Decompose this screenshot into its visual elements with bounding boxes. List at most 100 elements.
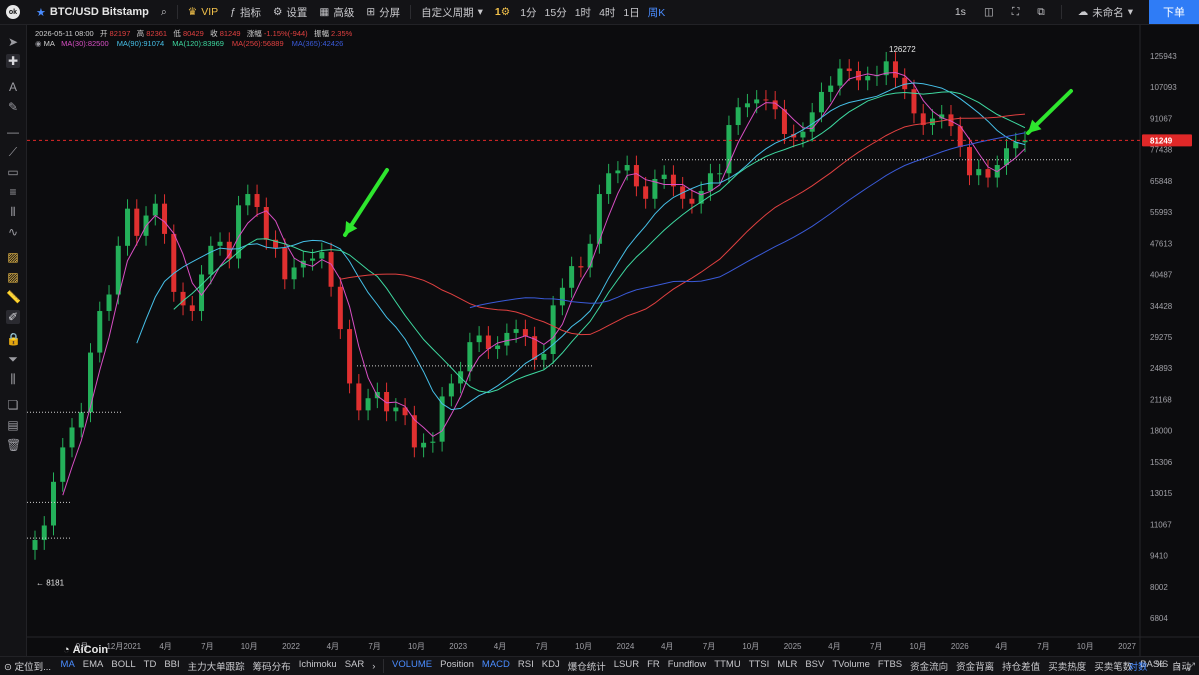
scale-options: 对数% 自动: [1125, 659, 1195, 673]
candles-icon[interactable]: ⫼: [6, 372, 20, 386]
period-tab[interactable]: 4时: [595, 5, 619, 20]
period-tab[interactable]: 1分: [516, 5, 540, 20]
filter-icon[interactable]: ⏷: [6, 352, 20, 366]
indicator-tab[interactable]: Ichimoku: [295, 659, 341, 673]
indicator-tab[interactable]: SAR: [341, 659, 369, 673]
candle-body: [32, 540, 38, 550]
candle-body: [707, 173, 713, 191]
channel-icon[interactable]: ⫴: [6, 205, 20, 219]
vip-label: VIP: [201, 6, 219, 18]
brush-icon[interactable]: ✎: [6, 100, 20, 114]
indicator-tab[interactable]: 资金流向: [906, 659, 952, 673]
indicator-tab[interactable]: 买卖热度: [1044, 659, 1090, 673]
ruler-icon[interactable]: 📏: [6, 290, 21, 304]
indicator-tab[interactable]: LSUR: [610, 659, 643, 673]
split-screen-label: 分屏: [379, 6, 401, 19]
app-logo-icon[interactable]: ok: [6, 5, 20, 19]
period-tab[interactable]: 1日: [619, 5, 643, 20]
indicator-tab[interactable]: VOLUME: [388, 659, 436, 673]
layers-icon[interactable]: ❏: [6, 398, 20, 412]
star-icon[interactable]: ★: [36, 6, 46, 19]
chevron-right-icon[interactable]: ›: [368, 661, 379, 672]
candle-body: [78, 412, 84, 428]
rectangle-icon[interactable]: ▭: [6, 165, 20, 179]
advanced-button[interactable]: ▦ 高级: [313, 5, 360, 20]
indicator-tab[interactable]: BBI: [160, 659, 183, 673]
pattern-icon[interactable]: ▨: [6, 250, 20, 264]
indicator-tab[interactable]: EMA: [79, 659, 108, 673]
indicator-tab[interactable]: 自动: [1168, 659, 1195, 673]
indicator-tab[interactable]: BSV: [801, 659, 828, 673]
change-value: -1.15%(-944): [263, 29, 308, 38]
crosshair-icon[interactable]: ✚: [6, 54, 20, 68]
x-tick-label: 4月: [995, 642, 1007, 651]
refresh-rate[interactable]: 1s: [949, 6, 972, 18]
indicator-tab[interactable]: 资金背离: [952, 659, 998, 673]
candle-body: [846, 68, 852, 72]
horizontal-line-icon[interactable]: —: [6, 125, 20, 139]
order-button[interactable]: 下单: [1149, 0, 1199, 24]
chart-area[interactable]: 125943 107093 91067 77438 65848 55993 47613 404…: [27, 25, 1199, 657]
candle-body: [504, 332, 510, 346]
eye-icon[interactable]: ◉: [35, 39, 42, 48]
indicator-tab[interactable]: KDJ: [538, 659, 564, 673]
trash-icon[interactable]: 🗑: [6, 438, 21, 452]
indicator-tab[interactable]: TTMU: [710, 659, 744, 673]
symbol-selector[interactable]: ★ BTC/USD Bitstamp: [30, 6, 155, 19]
indicator-tab[interactable]: MACD: [478, 659, 514, 673]
indicator-tab[interactable]: FTBS: [874, 659, 906, 673]
indicator-tab[interactable]: %: [1152, 659, 1168, 673]
custom-period-dropdown[interactable]: 自定义周期 ▾: [415, 5, 489, 20]
locate-label: 定位到...: [14, 662, 52, 673]
indicator-tab[interactable]: MLR: [773, 659, 801, 673]
indicator-tab[interactable]: RSI: [514, 659, 538, 673]
text-tool-icon[interactable]: A: [6, 80, 20, 94]
indicator-tab[interactable]: 持仓差值: [998, 659, 1044, 673]
brand-label: AiCoin: [72, 644, 109, 656]
indicator-tab[interactable]: BOLL: [107, 659, 139, 673]
cloud-save-button[interactable]: ☁ 未命名 ▾: [1072, 5, 1139, 20]
indicator-tab[interactable]: 爆仓统计: [564, 659, 610, 673]
settings-button[interactable]: ⚙ 设置: [267, 5, 313, 20]
indicator-tab[interactable]: FR: [643, 659, 664, 673]
trend-line-icon[interactable]: ⟋: [6, 145, 20, 159]
template-icon[interactable]: ▤: [6, 418, 20, 432]
indicator-tab[interactable]: TVolume: [828, 659, 874, 673]
search-button[interactable]: ⌕: [155, 6, 173, 19]
lock-icon[interactable]: 🔒: [6, 332, 21, 346]
cursor-icon[interactable]: ➤: [6, 35, 20, 49]
main-indicator-list: MA EMA BOLL TD BBI 主力大单跟踪 筹码分布 Ichimoku SAR: [57, 659, 369, 673]
period-settings-icon[interactable]: 1⚙: [489, 6, 516, 18]
indicator-tab[interactable]: 对数: [1125, 659, 1152, 673]
fibonacci-icon[interactable]: ≡: [6, 185, 20, 199]
locate-button[interactable]: ⊙ 定位到...: [0, 659, 57, 673]
indicators-button[interactable]: ƒ 指标: [224, 5, 267, 20]
period-tab[interactable]: 15分: [541, 5, 571, 20]
indicator-tab[interactable]: 主力大单跟踪: [184, 659, 249, 673]
indicator-tab[interactable]: MA: [57, 659, 79, 673]
indicator-tab[interactable]: TD: [140, 659, 161, 673]
ma256-line: [340, 113, 1026, 336]
indicator-tab[interactable]: Position: [436, 659, 478, 673]
price-chart[interactable]: 125943 107093 91067 77438 65848 55993 47613 404…: [27, 25, 1199, 657]
camera-icon[interactable]: ◫: [978, 6, 1000, 18]
x-tick-label: 10月: [1077, 642, 1094, 651]
pen-icon[interactable]: ✐: [6, 310, 20, 324]
indicator-tab[interactable]: Fundflow: [664, 659, 711, 673]
y-tick-label: 13015: [1150, 489, 1173, 498]
indicator-tab[interactable]: 筹码分布: [249, 659, 295, 673]
candle-body: [282, 247, 288, 280]
change-label: 涨幅: [246, 29, 262, 38]
split-screen-button[interactable]: ⊞ 分屏: [360, 5, 406, 20]
candle-body: [337, 286, 343, 330]
wave-icon[interactable]: ∿: [6, 225, 20, 239]
pattern-alt-icon[interactable]: ▨: [6, 270, 20, 284]
vip-button[interactable]: ♛ VIP: [182, 6, 224, 18]
indicator-tab[interactable]: TTSI: [745, 659, 774, 673]
layout-icon[interactable]: ⧉: [1031, 6, 1051, 19]
x-tick-label: 2027: [1118, 642, 1136, 651]
fullscreen-icon[interactable]: ⛶: [1006, 6, 1025, 19]
period-tab[interactable]: 周K: [644, 5, 670, 20]
period-tab[interactable]: 1时: [571, 5, 595, 20]
ma-label[interactable]: MA: [44, 39, 55, 48]
